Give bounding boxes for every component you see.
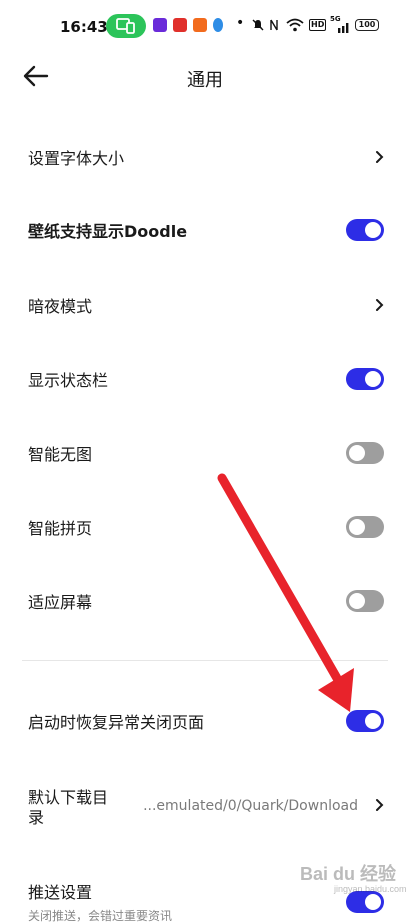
setting-show-status-bar[interactable]: 显示状态栏 <box>0 342 410 416</box>
setting-smart-no-image[interactable]: 智能无图 <box>0 416 410 490</box>
push-subtitle: 关闭推送，会错过重要资讯 <box>28 909 173 923</box>
section-divider <box>22 660 388 661</box>
show-status-bar-toggle[interactable] <box>346 368 384 390</box>
smart-no-image-toggle[interactable] <box>346 442 384 464</box>
wifi-icon <box>286 18 304 32</box>
push-toggle[interactable] <box>346 891 384 913</box>
app-notification-icon <box>193 18 207 32</box>
setting-label: 适应屏幕 <box>28 593 93 612</box>
fit-screen-toggle[interactable] <box>346 590 384 612</box>
nfc-icon <box>270 19 278 31</box>
chevron-right-icon <box>376 151 384 163</box>
watermark-logo: Bai du 经验 <box>300 864 397 884</box>
smart-page-join-toggle[interactable] <box>346 516 384 538</box>
setting-label: 暗夜模式 <box>28 297 93 316</box>
setting-night-mode[interactable]: 暗夜模式 <box>0 268 410 342</box>
app-notification-icon <box>173 18 187 32</box>
setting-label: 启动时恢复异常关闭页面 <box>28 713 205 732</box>
page-title: 通用 <box>187 70 223 91</box>
setting-download-directory[interactable]: 默认下载目录 ...emulated/0/Quark/Download <box>0 770 410 840</box>
screen-cast-indicator[interactable] <box>106 14 146 38</box>
cellular-signal-icon <box>338 23 349 33</box>
watermark: Bai du 经验 jingyan.baidu.com <box>290 858 407 894</box>
dot-icon: • <box>236 15 245 31</box>
battery-indicator: 100 <box>355 19 379 31</box>
setting-font-size[interactable]: 设置字体大小 <box>0 120 410 194</box>
restore-pages-toggle[interactable] <box>346 710 384 732</box>
download-path-value: ...emulated/0/Quark/Download <box>143 798 358 814</box>
chevron-right-icon <box>376 299 384 311</box>
app-notification-icon <box>153 18 167 32</box>
chevron-right-icon <box>376 799 384 811</box>
cast-icon <box>116 18 135 34</box>
setting-smart-page-join[interactable]: 智能拼页 <box>0 490 410 564</box>
setting-label: 智能无图 <box>28 445 93 464</box>
setting-label: 设置字体大小 <box>28 149 125 168</box>
status-bar: 16:43 • HD 5G 100 <box>0 0 410 52</box>
setting-restore-pages[interactable]: 启动时恢复异常关闭页面 <box>0 684 410 758</box>
app-header: 通用 <box>0 52 410 102</box>
setting-label: 推送设置 <box>28 883 93 902</box>
setting-fit-screen[interactable]: 适应屏幕 <box>0 564 410 638</box>
mute-icon <box>252 19 264 31</box>
setting-label: 默认下载目录 <box>28 788 109 827</box>
setting-label: 显示状态栏 <box>28 371 109 390</box>
hd-badge: HD <box>309 19 327 31</box>
watermark-url: jingyan.baidu.com <box>334 884 407 894</box>
status-time: 16:43 <box>60 18 108 36</box>
setting-label: 壁纸支持显示Doodle <box>28 222 188 241</box>
setting-wallpaper-doodle[interactable]: 壁纸支持显示Doodle <box>0 193 410 267</box>
setting-label: 智能拼页 <box>28 519 93 538</box>
app-notification-icon <box>213 18 223 32</box>
wallpaper-doodle-toggle[interactable] <box>346 219 384 241</box>
